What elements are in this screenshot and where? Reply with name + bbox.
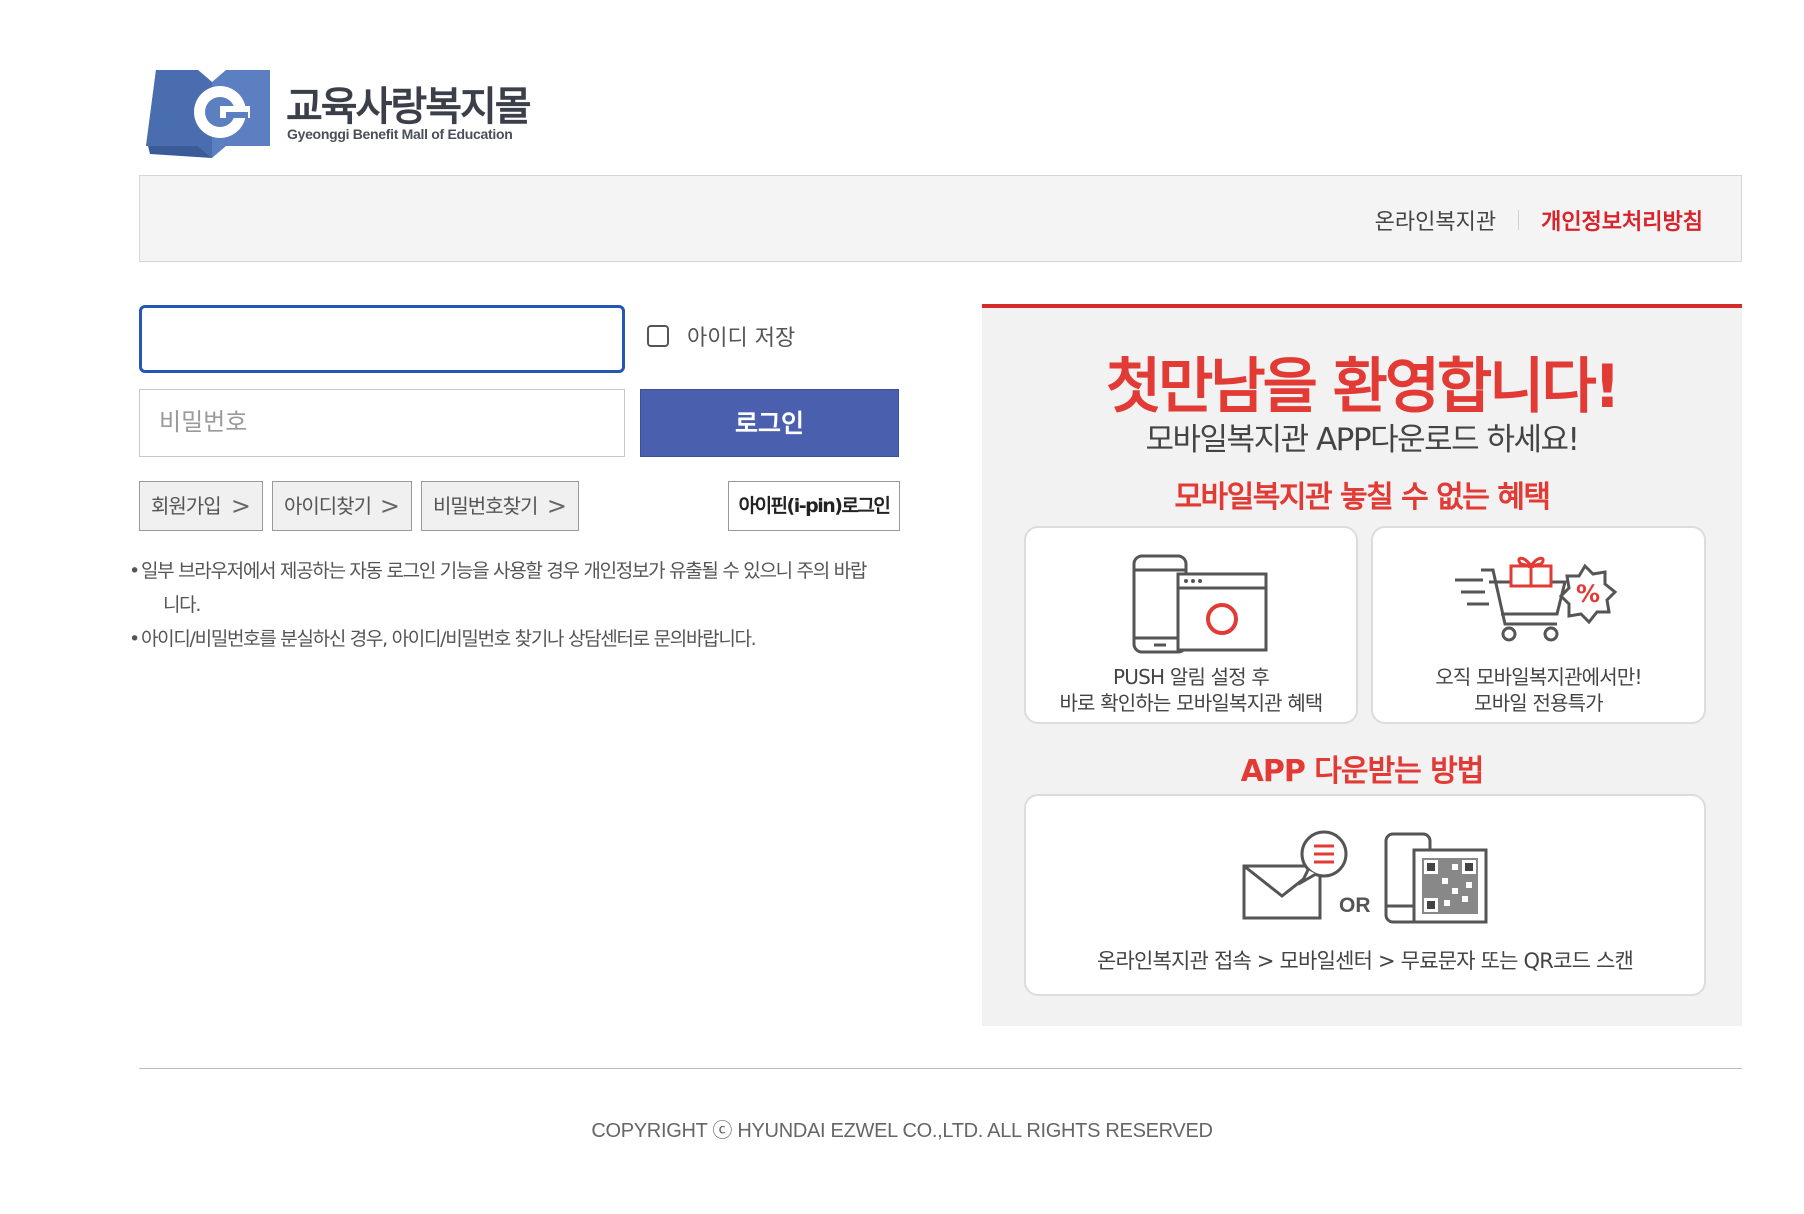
exclusive-price-text: 오직 모바일복지관에서만! 모바일 전용특가 bbox=[1373, 664, 1704, 716]
find-password-button[interactable]: 비밀번호찾기 > bbox=[421, 481, 579, 531]
signup-button[interactable]: 회원가입 > bbox=[139, 481, 263, 531]
login-button[interactable]: 로그인 bbox=[640, 389, 899, 457]
privacy-policy-link[interactable]: 개인정보처리방침 bbox=[1541, 204, 1703, 236]
top-nav-bar: 온라인복지관 개인정보처리방침 bbox=[139, 175, 1742, 262]
promo-headline: 첫만남을 환영합니다! bbox=[1105, 352, 1621, 422]
cart-gift-discount-icon: % bbox=[1455, 556, 1618, 642]
promo-subline: 모바일복지관 APP다운로드 하세요! bbox=[1145, 422, 1581, 458]
or-separator: OR bbox=[1339, 894, 1371, 917]
footer-divider bbox=[139, 1068, 1742, 1069]
chevron-right-icon: > bbox=[230, 492, 251, 520]
chevron-right-icon: > bbox=[379, 492, 400, 520]
id-input[interactable] bbox=[139, 305, 625, 373]
exclusive-price-line2: 모바일 전용특가 bbox=[1474, 691, 1604, 715]
find-id-button[interactable]: 아이디찾기 > bbox=[272, 481, 412, 531]
push-benefit-line2: 바로 확인하는 모바일복지관 혜택 bbox=[1059, 691, 1323, 715]
note-lost-credentials: 아이디/비밀번호를 분실하신 경우, 아이디/비밀번호 찾기나 상담센터로 문의… bbox=[129, 622, 911, 656]
note-auto-login: 일부 브라우저에서 제공하는 자동 로그인 기능을 사용할 경우 개인정보가 유… bbox=[129, 554, 911, 622]
app-download-steps: 온라인복지관 접속 > 모바일센터 > 무료문자 또는 QR코드 스캔 bbox=[1096, 949, 1634, 973]
copyright-text: COPYRIGHT ⓒ HYUNDAI EZWEL CO.,LTD. ALL R… bbox=[591, 1120, 1213, 1142]
app-download-how-title: APP 다운받는 방법 bbox=[1240, 754, 1485, 789]
push-benefit-line1: PUSH 알림 설정 후 bbox=[1113, 665, 1270, 689]
signup-label: 회원가입 bbox=[151, 494, 222, 518]
phone-qr-code-icon bbox=[1384, 832, 1488, 924]
logo-subtitle: Gyeonggi Benefit Mall of Education bbox=[287, 126, 513, 142]
push-benefit-text: PUSH 알림 설정 후 바로 확인하는 모바일복지관 혜택 bbox=[1026, 664, 1356, 716]
percent-mark: % bbox=[1576, 580, 1600, 608]
mobile-app-promo: 첫만남을 환영합니다! 모바일복지관 APP다운로드 하세요! 모바일복지관 놓… bbox=[982, 304, 1742, 1026]
note-auto-login-line2: 니다. bbox=[163, 594, 201, 616]
exclusive-price-card: % 오직 모바일복지관에서만! 모바일 전용특가 bbox=[1371, 526, 1706, 724]
push-benefit-card: PUSH 알림 설정 후 바로 확인하는 모바일복지관 혜택 bbox=[1024, 526, 1358, 724]
save-id-checkbox[interactable] bbox=[647, 325, 669, 347]
save-id-label[interactable]: 아이디 저장 bbox=[687, 320, 795, 352]
find-password-label: 비밀번호찾기 bbox=[433, 494, 538, 518]
phone-browser-icon bbox=[1132, 554, 1268, 654]
login-notes: 일부 브라우저에서 제공하는 자동 로그인 기능을 사용할 경우 개인정보가 유… bbox=[129, 554, 911, 656]
password-input[interactable] bbox=[139, 389, 625, 457]
exclusive-price-line1: 오직 모바일복지관에서만! bbox=[1435, 665, 1642, 689]
note-auto-login-line1: 일부 브라우저에서 제공하는 자동 로그인 기능을 사용할 경우 개인정보가 유… bbox=[141, 560, 867, 582]
top-links: 온라인복지관 개인정보처리방침 bbox=[1375, 204, 1703, 236]
promo-benefit-title: 모바일복지관 놓칠 수 없는 혜택 bbox=[1174, 480, 1551, 515]
chevron-right-icon: > bbox=[546, 492, 567, 520]
online-welfare-link[interactable]: 온라인복지관 bbox=[1375, 204, 1496, 236]
book-g-logo-icon bbox=[146, 70, 270, 158]
app-download-card: OR 온라인복지관 접속 > 모바일센터 > 무료문자 또는 QR코드 스캔 bbox=[1024, 794, 1706, 996]
logo-title: 교육사랑복지몰 bbox=[286, 84, 532, 130]
ipin-login-button[interactable]: 아이핀(i-pin)로그인 bbox=[728, 481, 900, 531]
site-logo[interactable]: 교육사랑복지몰 Gyeonggi Benefit Mall of Educati… bbox=[146, 62, 546, 172]
link-divider bbox=[1518, 210, 1520, 230]
find-id-label: 아이디찾기 bbox=[284, 494, 372, 518]
